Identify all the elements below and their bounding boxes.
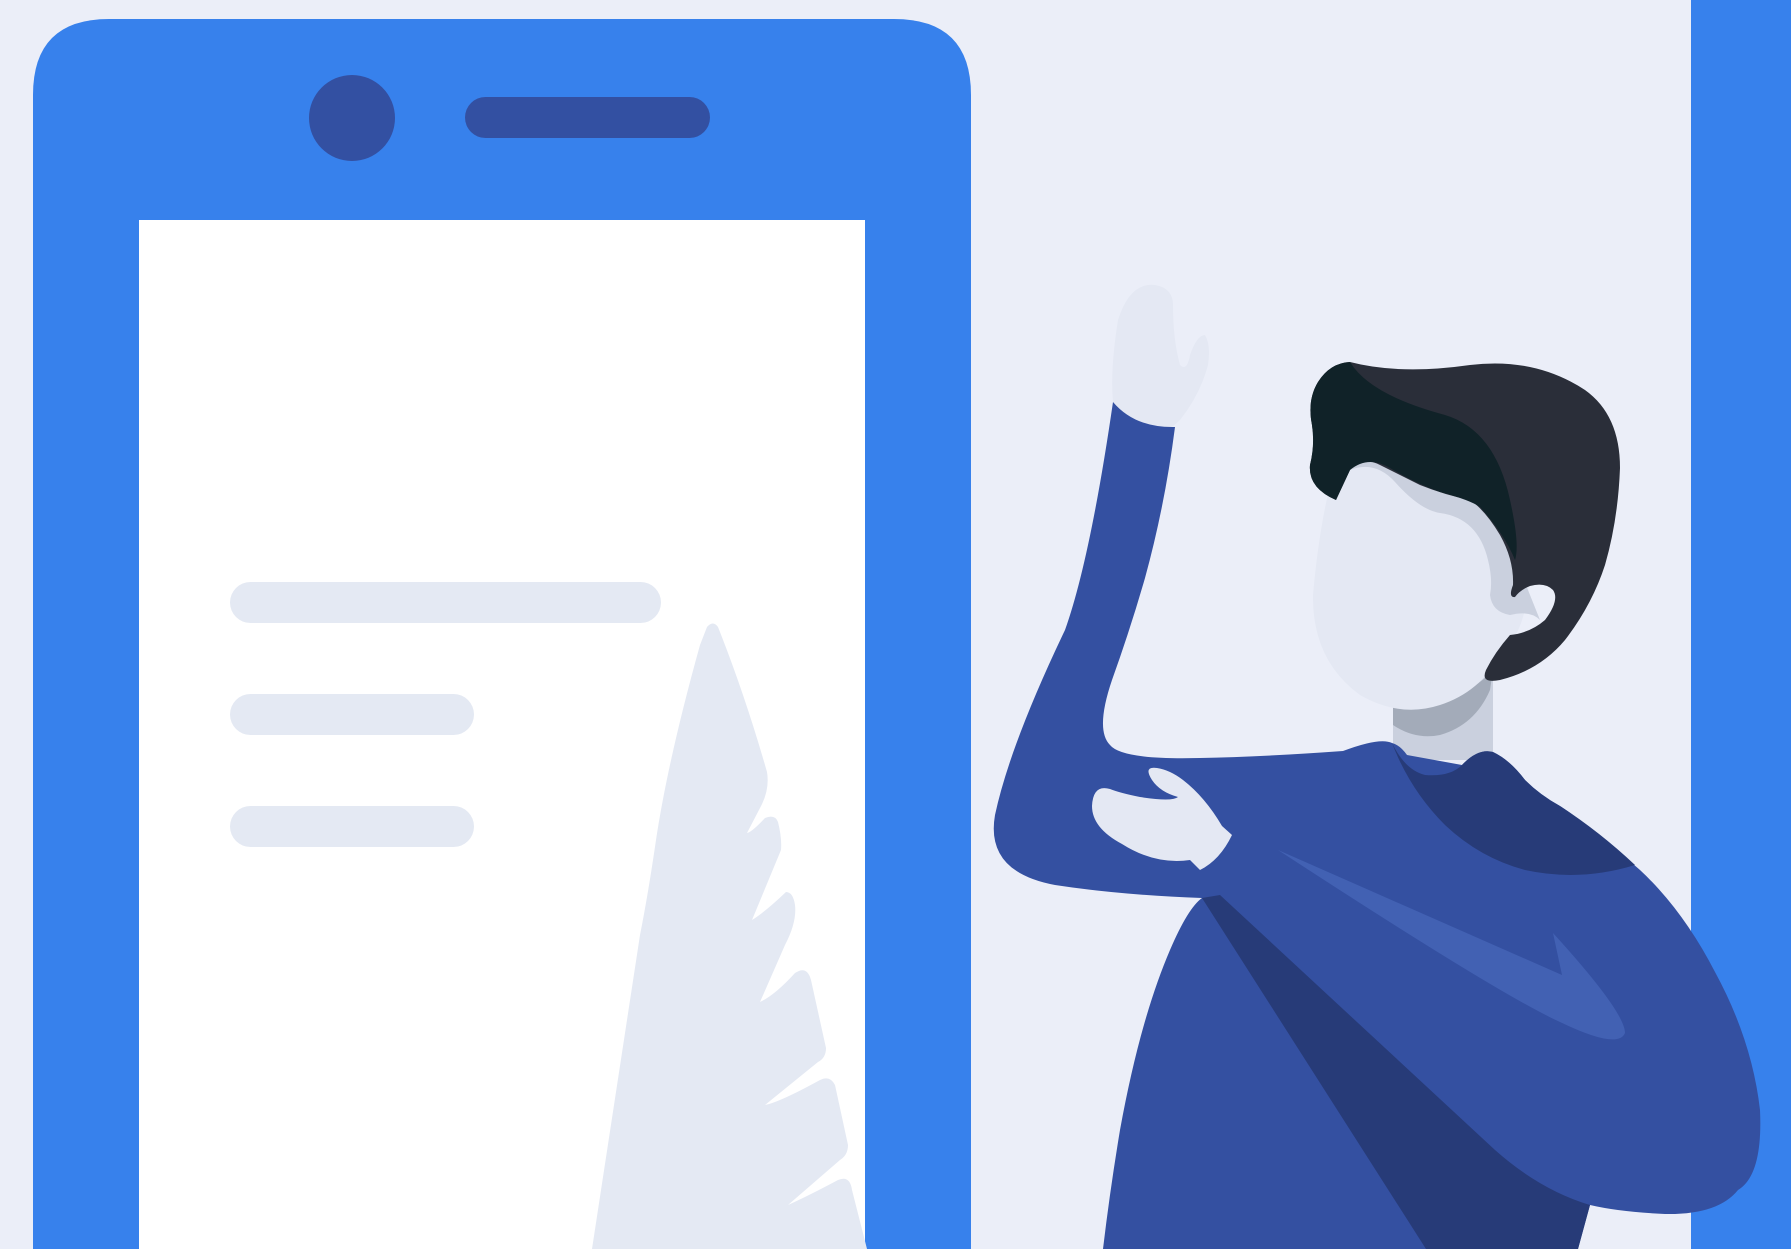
raised-hand: [1112, 284, 1209, 433]
phone-speaker-icon: [465, 97, 710, 138]
waving-person-illustration: [993, 284, 1761, 1249]
placeholder-line-2: [230, 694, 474, 735]
placeholder-line-1: [230, 582, 661, 623]
phone-camera-icon: [309, 75, 395, 161]
illustration-scene: [0, 0, 1791, 1249]
phone-illustration: [33, 19, 971, 1249]
placeholder-line-3: [230, 806, 474, 847]
illustration-canvas: [33, 0, 1791, 1249]
